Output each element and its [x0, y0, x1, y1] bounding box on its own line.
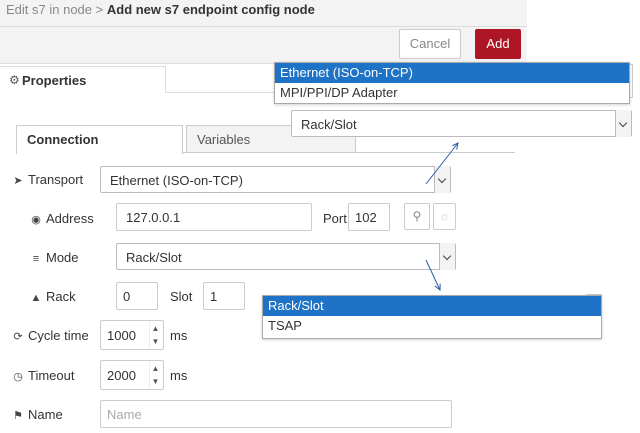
transport-label-text: Transport: [28, 172, 84, 187]
search-icon: ⚲: [412, 209, 422, 223]
rack-input[interactable]: 0: [116, 282, 158, 310]
timeout-label-text: Timeout: [28, 368, 75, 383]
transport-option-iso-on-tcp[interactable]: Ethernet (ISO-on-TCP): [275, 63, 629, 83]
mode-callout-value: Rack/Slot: [301, 117, 357, 132]
stepper-down-icon[interactable]: ▼: [149, 375, 161, 388]
sliders-icon: ≡: [32, 253, 40, 265]
tag-icon: ⚑: [13, 410, 23, 422]
tab-properties[interactable]: ⚙ Properties: [0, 66, 166, 93]
transport-option-mpi-adapter[interactable]: MPI/PPI/DP Adapter: [275, 83, 629, 103]
hint-button: ☼: [433, 203, 456, 230]
stepper-down-icon[interactable]: ▼: [149, 335, 161, 348]
timeout-unit: ms: [170, 368, 188, 383]
chevron-down-icon: [615, 110, 631, 137]
port-input-value: 102: [355, 210, 377, 225]
transport-label: ➤ Transport: [12, 172, 83, 187]
sitemap-icon: ▲: [30, 292, 42, 304]
address-label-text: Address: [46, 211, 94, 226]
address-input[interactable]: 127.0.0.1: [116, 203, 312, 231]
tab-connection[interactable]: Connection: [16, 125, 183, 154]
tab-connection-label: Connection: [27, 132, 99, 147]
breadcrumb-separator: >: [95, 2, 104, 17]
rack-label: ▲ Rack: [30, 289, 76, 304]
properties-divider: [166, 92, 274, 93]
name-label: ⚑ Name: [12, 407, 63, 422]
port-label: Port: [323, 211, 347, 226]
cycle-time-value: 1000: [107, 328, 136, 343]
mode-label: ≡ Mode: [30, 250, 79, 265]
cancel-button[interactable]: Cancel: [399, 29, 461, 59]
refresh-icon: ⟳: [13, 331, 23, 343]
slot-input-value: 1: [210, 289, 218, 304]
chevron-down-icon: [439, 243, 455, 270]
cycle-time-unit: ms: [170, 328, 188, 343]
name-label-text: Name: [28, 407, 63, 422]
globe-icon: ◉: [31, 214, 41, 226]
slot-label: Slot: [170, 289, 193, 304]
cycle-time-label: ⟳ Cycle time: [12, 328, 89, 343]
transport-select-value: Ethernet (ISO-on-TCP): [110, 173, 243, 188]
transport-select[interactable]: Ethernet (ISO-on-TCP): [100, 166, 451, 193]
mode-option-rack-slot[interactable]: Rack/Slot: [263, 296, 601, 316]
mode-select[interactable]: Rack/Slot: [116, 243, 456, 270]
rack-label-text: Rack: [46, 289, 76, 304]
breadcrumb-parent[interactable]: Edit s7 in node: [6, 2, 92, 17]
tab-properties-label: Properties: [22, 73, 87, 88]
stepper-up-icon[interactable]: ▲: [149, 322, 161, 335]
tabs-divider: [183, 152, 515, 153]
slot-input[interactable]: 1: [203, 282, 245, 310]
port-input[interactable]: 102: [348, 203, 390, 231]
name-input-placeholder: Name: [107, 407, 142, 422]
page-title: Add new s7 endpoint config node: [106, 2, 315, 17]
gear-icon: ⚙: [9, 73, 20, 87]
chevron-down-icon: [434, 166, 450, 193]
timeout-label: ◷ Timeout: [12, 368, 74, 383]
rack-input-value: 0: [123, 289, 131, 304]
cycle-time-label-text: Cycle time: [28, 328, 89, 343]
timeout-value: 2000: [107, 368, 136, 383]
address-input-value: 127.0.0.1: [126, 210, 181, 225]
mode-callout-select: Rack/Slot: [291, 110, 632, 137]
clock-icon: ◷: [13, 371, 23, 383]
lightbulb-icon: ☼: [439, 209, 450, 223]
breadcrumb: Edit s7 in node > Add new s7 endpoint co…: [6, 2, 315, 17]
mode-dropdown: Rack/Slot TSAP: [262, 295, 602, 339]
cycle-time-stepper[interactable]: 1000 ▲ ▼: [100, 320, 164, 350]
timeout-stepper[interactable]: 2000 ▲ ▼: [100, 360, 164, 390]
transport-dropdown: Ethernet (ISO-on-TCP) MPI/PPI/DP Adapter: [274, 62, 630, 104]
lookup-button[interactable]: ⚲: [404, 203, 430, 230]
plug-icon: ➤: [13, 175, 23, 187]
stepper-up-icon[interactable]: ▲: [149, 362, 161, 375]
mode-select-value: Rack/Slot: [126, 250, 182, 265]
add-button[interactable]: Add: [475, 29, 521, 59]
mode-label-text: Mode: [46, 250, 79, 265]
editor-header: Edit s7 in node > Add new s7 endpoint co…: [0, 0, 527, 27]
address-label: ◉ Address: [30, 211, 94, 226]
name-input[interactable]: Name: [100, 400, 452, 428]
mode-option-tsap[interactable]: TSAP: [263, 316, 601, 336]
tab-variables-label: Variables: [197, 132, 251, 147]
